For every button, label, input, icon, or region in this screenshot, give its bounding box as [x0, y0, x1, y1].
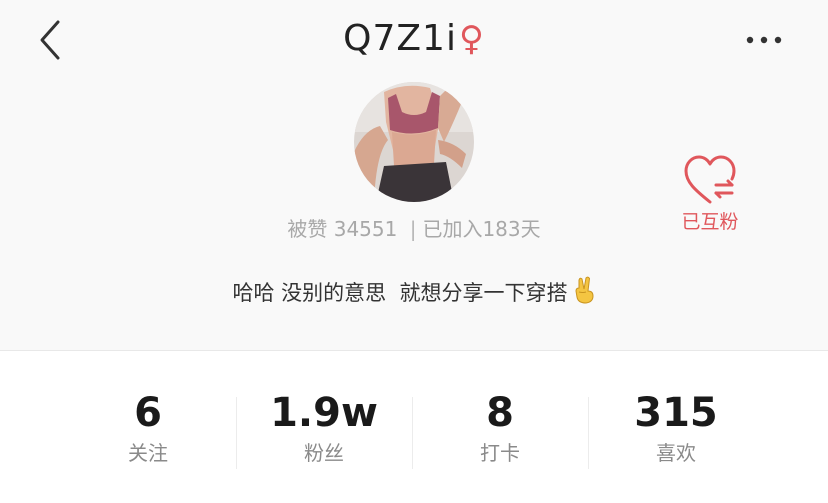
stat-label: 关注 [128, 441, 168, 465]
more-horizontal-icon [746, 36, 782, 44]
avatar-photo [354, 82, 474, 202]
stat-value: 315 [634, 390, 718, 436]
username: Q7Z1i [343, 18, 457, 59]
joined-text: 已加入183天 [422, 217, 541, 241]
bio-text: 哈哈 没别的意思 就想分享一下穿搭 [232, 281, 568, 305]
heart-swap-icon [684, 155, 736, 204]
stat-likes[interactable]: 315 喜欢 [588, 387, 764, 467]
stat-following[interactable]: 6 关注 [60, 387, 236, 467]
stat-label: 粉丝 [304, 441, 344, 465]
stat-value: 1.9w [270, 390, 378, 436]
stat-followers[interactable]: 1.9w 粉丝 [236, 387, 412, 467]
likes-count: 34551 [333, 217, 398, 241]
profile-meta: 被赞 34551 | 已加入183天 [0, 214, 828, 244]
stat-label: 喜欢 [656, 441, 696, 465]
likes-label: 被赞 [287, 217, 328, 241]
stat-value: 6 [134, 390, 162, 436]
stat-value: 8 [486, 390, 514, 436]
more-button[interactable] [744, 26, 784, 54]
stat-checkins[interactable]: 8 打卡 [412, 387, 588, 467]
bio: 哈哈 没别的意思 就想分享一下穿搭 [0, 276, 828, 313]
meta-separator: | [409, 217, 417, 241]
female-gender-icon: ♀ [458, 19, 485, 59]
profile-page: Q7Z1i♀ 已互粉 被赞 34551 | 已加入183天 哈哈 没别的意思 就… [0, 0, 828, 503]
stats-panel: 6 关注 1.9w 粉丝 8 打卡 315 喜欢 [0, 351, 828, 503]
page-title: Q7Z1i♀ [0, 14, 828, 64]
stat-label: 打卡 [480, 441, 520, 465]
victory-hand-icon [572, 276, 596, 313]
avatar[interactable] [354, 82, 474, 202]
